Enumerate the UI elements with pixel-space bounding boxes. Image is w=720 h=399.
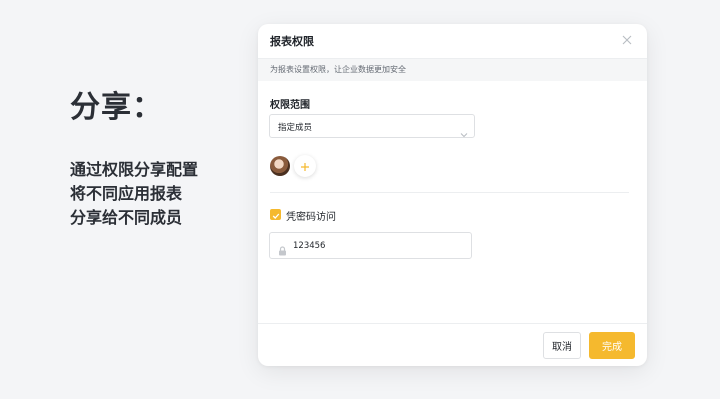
dialog-header: 报表权限 (258, 24, 647, 58)
confirm-button[interactable]: 完成 (589, 332, 635, 359)
scope-select-value: 指定成员 (278, 123, 313, 133)
password-input[interactable]: 123456 (269, 232, 472, 259)
password-access-checkbox[interactable] (270, 209, 281, 220)
intro-line: 分享给不同成员 (70, 208, 183, 227)
intro-line: 将不同应用报表 (70, 184, 183, 203)
intro-panel: 分享： 通过权限分享配置 将不同应用报表 分享给不同成员 (70, 88, 250, 230)
scope-label: 权限范围 (270, 100, 310, 111)
dialog-title: 报表权限 (270, 35, 314, 48)
plus-icon (300, 157, 310, 176)
dialog-tip-text: 为报表设置权限，让企业数据更加安全 (270, 65, 406, 74)
close-icon[interactable] (617, 30, 637, 50)
cancel-button[interactable]: 取消 (543, 332, 581, 359)
intro-title: 分享： (70, 90, 163, 125)
scope-select[interactable]: 指定成员 (269, 114, 475, 138)
password-value: 123456 (293, 241, 326, 251)
member-avatar[interactable] (270, 156, 290, 176)
intro-description: 通过权限分享配置 将不同应用报表 分享给不同成员 (70, 158, 250, 230)
check-icon (272, 205, 280, 224)
dialog-footer: 取消 完成 (258, 323, 647, 366)
password-access-label[interactable]: 凭密码访问 (286, 208, 336, 223)
dialog-tip-bar: 为报表设置权限，让企业数据更加安全 (258, 58, 647, 81)
add-member-button[interactable] (294, 155, 316, 177)
intro-line: 通过权限分享配置 (70, 160, 199, 179)
report-permission-dialog: 报表权限 为报表设置权限，让企业数据更加安全 权限范围 指定成员 凭密码访问 1… (258, 24, 647, 366)
chevron-down-icon (460, 123, 468, 142)
section-divider (270, 192, 629, 193)
lock-icon (278, 241, 287, 260)
